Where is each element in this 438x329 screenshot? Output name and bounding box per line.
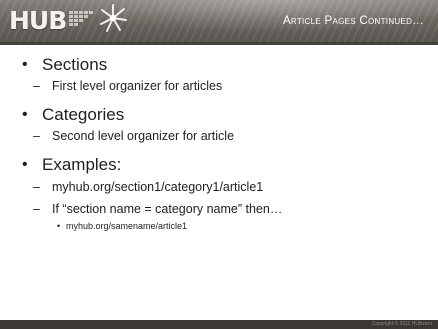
slide-header: HUB Article Pages Continued… (0, 0, 438, 42)
sub-sub-bullet-label: myhub.org/samename/article1 (66, 221, 188, 231)
bullet-categories: • Categories (22, 104, 422, 126)
sub-bullet-label: Second level organizer for article (52, 129, 235, 143)
slide-content: • Sections – First level organizer for a… (22, 52, 422, 233)
bullet-sections: • Sections (22, 54, 422, 76)
bullet-examples: • Examples: (22, 154, 422, 176)
bullet-dot-icon: • (57, 221, 61, 231)
slide-title: Article Pages Continued… (282, 15, 424, 27)
bullet-dot-icon: • (22, 56, 28, 73)
bullet-label: Examples: (42, 155, 122, 174)
bullet-label: Categories (42, 105, 125, 124)
sub-bullet-label: If “section name = category name” then… (52, 202, 283, 216)
header-divider (0, 42, 438, 45)
footer-copyright: Copyright © 2011 HUBzero (371, 321, 432, 327)
sub-bullet-label: myhub.org/section1/category1/article1 (52, 180, 264, 194)
dash-icon: – (33, 79, 40, 93)
bullet-label: Sections (42, 55, 108, 74)
slide: HUB Article Pages Continued… • Sections … (0, 0, 438, 329)
dash-icon: – (33, 180, 40, 194)
hub-logo-text: HUB (9, 6, 67, 35)
slide-footer: Copyright © 2011 HUBzero (0, 320, 438, 329)
sub-bullet-categories: – Second level organizer for article (22, 127, 422, 145)
dash-icon: – (33, 202, 40, 216)
sub-bullet-sections: – First level organizer for articles (22, 77, 422, 95)
bullet-dot-icon: • (22, 106, 28, 123)
sub-bullet-example-url: – myhub.org/section1/category1/article1 (22, 178, 422, 196)
sub-bullet-example-rule: – If “section name = category name” then… (22, 200, 422, 218)
bullet-dot-icon: • (22, 156, 28, 173)
starburst-icon (100, 4, 127, 32)
hub-grid-icon (69, 11, 93, 26)
sub-sub-bullet-example: • myhub.org/samename/article1 (22, 219, 422, 233)
sub-bullet-label: First level organizer for articles (52, 79, 223, 93)
dash-icon: – (33, 129, 40, 143)
